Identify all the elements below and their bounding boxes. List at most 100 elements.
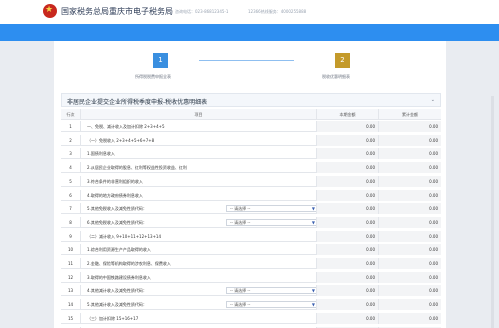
site-title: 国家税务总局重庆市电子税务局 (61, 7, 173, 16)
cumulative-amount-cell: 0.00 (379, 148, 441, 160)
row-item: 2.金融、保险等机构取得的涉农利息、保费收入 (81, 258, 317, 269)
step-connector (199, 60, 294, 61)
row-item: （三）加计扣除 15+16+17 (81, 312, 317, 324)
current-amount-cell[interactable]: 0.00 (317, 121, 379, 132)
row-number: 5 (61, 175, 81, 187)
row-number: 6 (61, 189, 81, 201)
dropdown-arrow-icon[interactable]: ▼ (312, 288, 315, 294)
contact-phone: 咨询电话：023-86812345-1 (175, 9, 229, 14)
table-row: 8 6.其他免税收入及减免性质代码： -- 请选择 -- ▼ 0.00 0.00 (61, 216, 441, 228)
table-row: 7 5.其他免税收入及减免性质代码： -- 请选择 -- ▼ 0.00 0.00 (61, 203, 441, 215)
row-item: 2.从居民企业取得的股息、红利等权益性投资收益、红利 (81, 162, 317, 174)
row-number: 12 (61, 271, 81, 283)
cumulative-amount-cell: 0.00 (379, 299, 441, 311)
step-2-indicator[interactable]: 2 (335, 53, 350, 68)
row-item-label: 1.综合利用资源生产产品取得的收入 (87, 247, 151, 253)
current-amount-cell[interactable]: 0.00 (317, 148, 379, 160)
row-item: 1.国债利息收入 (81, 148, 317, 160)
table-row: 4 2.从居民企业取得的股息、红利等权益性投资收益、红利 0.00 0.00 (61, 162, 441, 174)
row-number: 9 (61, 230, 81, 242)
row-item: 5.其他免税收入及减免性质代码： -- 请选择 -- ▼ (81, 203, 317, 215)
cumulative-amount-cell: 0.00 (379, 162, 441, 174)
current-amount-cell[interactable]: 0.00 (317, 312, 379, 324)
current-amount-cell[interactable]: 0.00 (317, 230, 379, 242)
cumulative-amount-cell: 0.00 (379, 312, 441, 324)
row-number: 11 (61, 258, 81, 269)
cumulative-amount-cell: 0.00 (379, 216, 441, 228)
exemption-code-select[interactable]: -- 请选择 -- ▼ (226, 287, 316, 295)
row-number: 1 (61, 121, 81, 132)
header-current-amount: 本期金额 (317, 109, 379, 120)
content-panel: 1 2 所得税税费申报全表 税收优惠明细表 非居民企业提交企业所得税季度申报-税… (54, 41, 446, 328)
form-title: 非居民企业提交企业所得税季度申报-税收优惠明细表 (67, 99, 208, 106)
cumulative-amount-cell: 0.00 (379, 121, 441, 132)
select-value: -- 请选择 -- (230, 206, 251, 212)
header-item: 项目 (81, 109, 317, 120)
current-amount-cell[interactable]: 0.00 (317, 216, 379, 228)
dropdown-arrow-icon[interactable]: ▼ (312, 206, 315, 212)
cumulative-amount-cell: 0.00 (379, 258, 441, 269)
row-number: 8 (61, 216, 81, 228)
row-item-label: （二）减计收入 9+10+11+12+13+14 (87, 233, 162, 239)
table-row: 11 2.金融、保险等机构取得的涉农利息、保费收入 0.00 0.00 (61, 258, 441, 269)
cumulative-amount-cell: 0.00 (379, 203, 441, 215)
row-item-label: 4.其他减计收入及减免性质代码： (87, 288, 147, 294)
step-2-label: 税收优惠明细表 (322, 74, 350, 79)
row-item-label: 4.取得的地方政府债券利息收入 (87, 192, 143, 198)
row-item: （二）减计收入 9+10+11+12+13+14 (81, 230, 317, 242)
table-row: 1 一、免税、减计收入及加计扣除 2+3+4+5 0.00 0.00 (61, 121, 441, 132)
row-item: 3.符合条件的非营利组织的收入 (81, 175, 317, 187)
table-row: 15 （三）加计扣除 15+16+17 0.00 0.00 (61, 312, 441, 324)
cumulative-amount-cell: 0.00 (379, 230, 441, 242)
cumulative-amount-cell: 0.00 (379, 244, 441, 256)
row-item: 1.综合利用资源生产产品取得的收入 (81, 244, 317, 256)
row-number: 2 (61, 134, 81, 146)
dropdown-arrow-icon[interactable]: ▼ (312, 220, 315, 226)
row-number: 10 (61, 244, 81, 256)
row-item-label: （一）免税收入 2+3+4+5+6+7+8 (87, 137, 155, 143)
chevron-down-icon[interactable]: ⌄ (431, 97, 435, 103)
table-row: 2 （一）免税收入 2+3+4+5+6+7+8 0.00 0.00 (61, 134, 441, 146)
current-amount-cell[interactable]: 0.00 (317, 244, 379, 256)
table-header-row: 行次 项目 本期金额 累计金额 (61, 109, 441, 120)
row-item: （一）免税收入 2+3+4+5+6+7+8 (81, 134, 317, 146)
row-number: 3 (61, 148, 81, 160)
row-item-label: 一、免税、减计收入及加计扣除 2+3+4+5 (87, 124, 165, 129)
row-item: 3.取得的中国铁路建设债券利息收入 (81, 271, 317, 283)
exemption-code-select[interactable]: -- 请选择 -- ▼ (226, 205, 316, 213)
row-number: 7 (61, 203, 81, 215)
cumulative-amount-cell: 0.00 (379, 271, 441, 283)
current-amount-cell[interactable]: 0.00 (317, 203, 379, 215)
current-amount-cell[interactable]: 0.00 (317, 299, 379, 311)
current-amount-cell[interactable]: 0.00 (317, 162, 379, 174)
select-value: -- 请选择 -- (230, 219, 251, 225)
current-amount-cell[interactable]: 0.00 (317, 258, 379, 269)
step-1-label: 所得税税费申报全表 (135, 74, 171, 79)
current-amount-cell[interactable]: 0.00 (317, 285, 379, 297)
table-row: 13 4.其他减计收入及减免性质代码： -- 请选择 -- ▼ 0.00 0.00 (61, 285, 441, 297)
step-1-indicator[interactable]: 1 (153, 53, 168, 68)
dropdown-arrow-icon[interactable]: ▼ (312, 302, 315, 308)
current-amount-cell[interactable]: 0.00 (317, 175, 379, 187)
row-item-label: 2.金融、保险等机构取得的涉农利息、保费收入 (87, 261, 171, 266)
table-row: 12 3.取得的中国铁路建设债券利息收入 0.00 0.00 (61, 271, 441, 283)
exemption-code-select[interactable]: -- 请选择 -- ▼ (226, 218, 316, 226)
tax-emblem-icon (43, 3, 57, 18)
row-number: 4 (61, 162, 81, 174)
row-number: 13 (61, 285, 81, 297)
nav-bar (0, 24, 499, 41)
current-amount-cell[interactable]: 0.00 (317, 271, 379, 283)
contact-hotline: 12366热线服务：4000255888 (248, 9, 307, 14)
current-amount-cell[interactable]: 0.00 (317, 189, 379, 201)
form-title-bar[interactable]: 非居民企业提交企业所得税季度申报-税收优惠明细表 ⌄ (61, 93, 441, 107)
top-header: 国家税务总局重庆市电子税务局 咨询电话：023-86812345-1 12366… (0, 0, 499, 24)
exemption-code-select[interactable]: -- 请选择 -- ▼ (226, 301, 316, 309)
header-row-number: 行次 (61, 109, 81, 120)
cumulative-amount-cell: 0.00 (379, 285, 441, 297)
page-scrollbar[interactable] (491, 96, 494, 328)
row-item-label: 5.其他免税收入及减免性质代码： (87, 206, 147, 212)
row-item-label: 3.取得的中国铁路建设债券利息收入 (87, 274, 151, 280)
current-amount-cell[interactable]: 0.00 (317, 134, 379, 146)
row-number: 15 (61, 312, 81, 324)
row-item-label: 6.其他免税收入及减免性质代码： (87, 219, 147, 225)
